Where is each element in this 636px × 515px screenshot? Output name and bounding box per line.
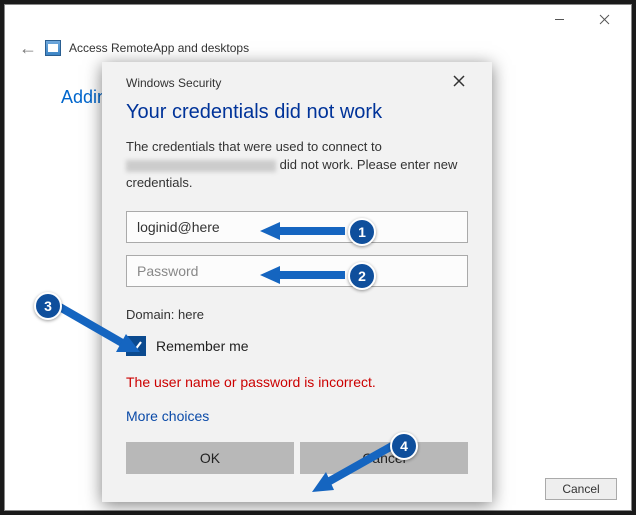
remoteapp-folder-icon	[45, 40, 61, 56]
username-input[interactable]	[126, 211, 468, 243]
password-input[interactable]	[126, 255, 468, 287]
windows-security-dialog: Windows Security Your credentials did no…	[102, 62, 492, 502]
dialog-heading: Your credentials did not work	[126, 101, 468, 124]
close-button[interactable]	[582, 5, 627, 33]
dialog-description: The credentials that were used to connec…	[126, 138, 468, 193]
annotation-circle-1: 1	[348, 218, 376, 246]
more-choices-link[interactable]: More choices	[126, 408, 468, 424]
parent-header: ← Access RemoteApp and desktops	[5, 33, 631, 63]
annotation-circle-2: 2	[348, 262, 376, 290]
back-arrow-icon[interactable]: ←	[19, 38, 37, 59]
redacted-hostname	[126, 160, 276, 172]
ok-button[interactable]: OK	[126, 442, 294, 474]
error-message: The user name or password is incorrect.	[126, 374, 468, 390]
dialog-title: Windows Security	[126, 76, 221, 90]
remember-me-checkbox[interactable]	[126, 336, 146, 356]
dialog-close-button[interactable]	[450, 74, 468, 91]
annotation-circle-3: 3	[34, 292, 62, 320]
annotation-circle-4: 4	[390, 432, 418, 460]
minimize-button[interactable]	[537, 5, 582, 33]
domain-label: Domain: here	[126, 307, 468, 322]
remember-me-label: Remember me	[156, 338, 249, 354]
parent-cancel-button[interactable]: Cancel	[545, 478, 617, 500]
parent-titlebar	[5, 5, 631, 33]
cancel-button[interactable]: Cancel	[300, 442, 468, 474]
parent-title: Access RemoteApp and desktops	[69, 41, 249, 55]
